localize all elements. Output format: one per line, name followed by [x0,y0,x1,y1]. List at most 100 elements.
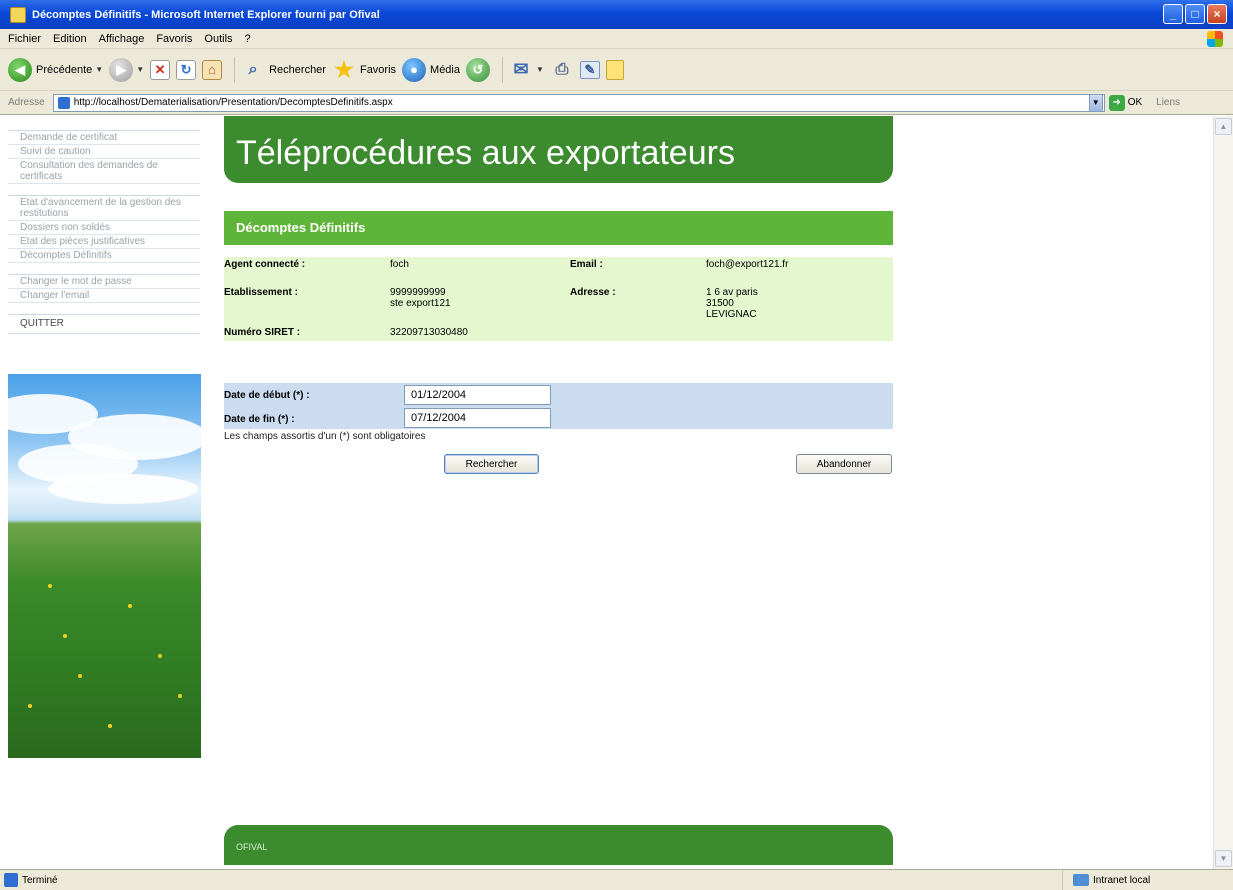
close-button[interactable]: × [1207,4,1227,24]
maximize-button[interactable]: □ [1185,4,1205,24]
vertical-scrollbar[interactable]: ▲ ▼ [1213,116,1233,869]
back-button[interactable]: ◀ Précédente ▼ [8,57,103,82]
stop-button[interactable]: ✕ [150,59,171,80]
note-icon [605,59,624,80]
forward-dropdown-icon[interactable]: ▼ [136,65,144,74]
cloud-shape [48,474,198,504]
nav-dossiers-non-soldes[interactable]: Dossiers non soldés [8,221,200,235]
nav-group-certificats: Demande de certificat Suivi de caution C… [8,130,200,184]
browser-toolbar: ◀ Précédente ▼ ▶ ▼ ✕ ↻ ⌂ ⌕ Rechercher ★ … [0,49,1233,91]
menu-affichage[interactable]: Affichage [99,33,145,45]
go-label: OK [1127,97,1143,108]
flower-dot [48,584,52,588]
print-icon: ⎙ [555,60,569,78]
flower-dot [178,694,182,698]
nav-quitter[interactable]: QUITTER [8,314,200,334]
back-dropdown-icon[interactable]: ▼ [95,65,103,74]
email-value: foch@export121.fr [706,259,789,270]
menu-edition[interactable]: Edition [53,33,87,45]
search-button[interactable]: ⌕ Rechercher [241,58,326,82]
links-toolbar[interactable]: Liens [1156,97,1180,108]
address-label: Adresse [8,97,45,108]
menu-favoris[interactable]: Favoris [156,33,192,45]
media-globe-icon: ● [402,57,427,82]
home-button[interactable]: ⌂ [202,59,223,80]
nav-changer-mot-de-passe[interactable]: Changer le mot de passe [8,275,200,289]
minimize-button[interactable]: _ [1163,4,1183,24]
banner-title: Téléprocédures aux exportateurs [236,134,735,172]
stop-icon: ✕ [150,59,171,80]
nav-group-restitutions: Etat d'avancement de la gestion des rest… [8,195,200,263]
flower-dot [28,704,32,708]
status-text: Terminé [22,874,58,886]
page-banner: Téléprocédures aux exportateurs [224,116,893,183]
mail-dropdown-icon[interactable]: ▼ [536,65,544,74]
etablissement-label: Etablissement : [224,287,298,298]
history-button[interactable]: ↺ [466,57,490,82]
nav-pieces-justificatives[interactable]: Etat des pièces justificatives [8,235,200,249]
back-arrow-icon: ◀ [8,57,32,82]
window-titlebar[interactable]: Décomptes Définitifs - Microsoft Interne… [0,0,1233,29]
user-info-panel: Agent connecté : foch Email : foch@expor… [224,257,893,341]
abandonner-button[interactable]: Abandonner [796,454,892,474]
email-label: Email : [570,259,603,270]
nav-changer-email[interactable]: Changer l'email [8,289,200,303]
edit-icon: ✎ [579,60,600,79]
mail-icon: ✉ [513,59,529,79]
security-zone: Intranet local [1062,870,1233,890]
intranet-zone-icon [1073,874,1089,886]
nav-demande-certificat[interactable]: Demande de certificat [8,131,200,145]
end-date-input[interactable] [404,408,551,428]
flower-dot [63,634,67,638]
menu-help[interactable]: ? [245,33,251,45]
page-viewport: Demande de certificat Suivi de caution C… [0,116,1213,869]
window-controls: _ □ × [1163,4,1227,24]
siret-label: Numéro SIRET : [224,327,301,338]
nav-group-compte: Changer le mot de passe Changer l'email [8,274,200,303]
mail-button[interactable]: ✉ ▼ [509,58,544,82]
flower-dot [78,674,82,678]
media-label: Média [430,63,460,76]
media-button[interactable]: ● Média [402,57,460,82]
status-bar: Terminé Intranet local [0,869,1233,890]
rechercher-button[interactable]: Rechercher [444,454,539,474]
forward-button[interactable]: ▶ ▼ [109,57,144,82]
favorites-button[interactable]: ★ Favoris [332,57,397,82]
search-label: Rechercher [269,63,326,76]
edit-button[interactable]: ✎ [579,60,600,79]
section-header: Décomptes Définitifs [224,211,893,245]
date-panel-fill [552,383,893,429]
address-input[interactable]: http://localhost/Dematerialisation/Prese… [52,93,1105,112]
address-dropdown-icon[interactable]: ▼ [1088,93,1103,112]
address-url: http://localhost/Dematerialisation/Prese… [73,97,393,108]
zone-label: Intranet local [1093,874,1151,886]
nav-consultation-demandes[interactable]: Consultation des demandes de certificats [8,159,200,184]
nav-suivi-caution[interactable]: Suivi de caution [8,145,200,159]
go-button[interactable]: ➜ OK [1108,94,1143,111]
page-status-icon [4,873,18,887]
favorites-label: Favoris [359,63,397,76]
left-navigation: Demande de certificat Suivi de caution C… [8,130,200,334]
page-footer: OFIVAL [224,825,893,865]
date-filter-panel: Date de début (*) : Date de fin (*) : [224,383,893,429]
windows-logo-icon [1207,31,1223,47]
address-bar: Adresse http://localhost/Dematerialisati… [0,91,1233,115]
scroll-down-icon[interactable]: ▼ [1215,850,1232,867]
scroll-up-icon[interactable]: ▲ [1215,118,1232,135]
refresh-button[interactable]: ↻ [176,59,197,80]
start-date-label: Date de début (*) : [224,390,310,401]
go-arrow-icon: ➜ [1108,94,1125,111]
menu-outils[interactable]: Outils [204,33,232,45]
toolbar-separator [234,56,236,83]
required-fields-hint: Les champs assortis d'un (*) sont obliga… [224,431,426,442]
landscape-image [8,374,201,758]
ie-page-icon [10,6,26,23]
nav-etat-avancement[interactable]: Etat d'avancement de la gestion des rest… [8,196,200,221]
start-date-input[interactable] [404,385,551,405]
nav-decomptes-definitifs[interactable]: Décomptes Définitifs [8,249,200,263]
discuss-button[interactable] [605,59,624,80]
menu-fichier[interactable]: Fichier [8,33,41,45]
footer-text: OFIVAL [236,842,268,852]
end-date-label: Date de fin (*) : [224,414,295,425]
print-button[interactable]: ⎙ [550,58,574,82]
